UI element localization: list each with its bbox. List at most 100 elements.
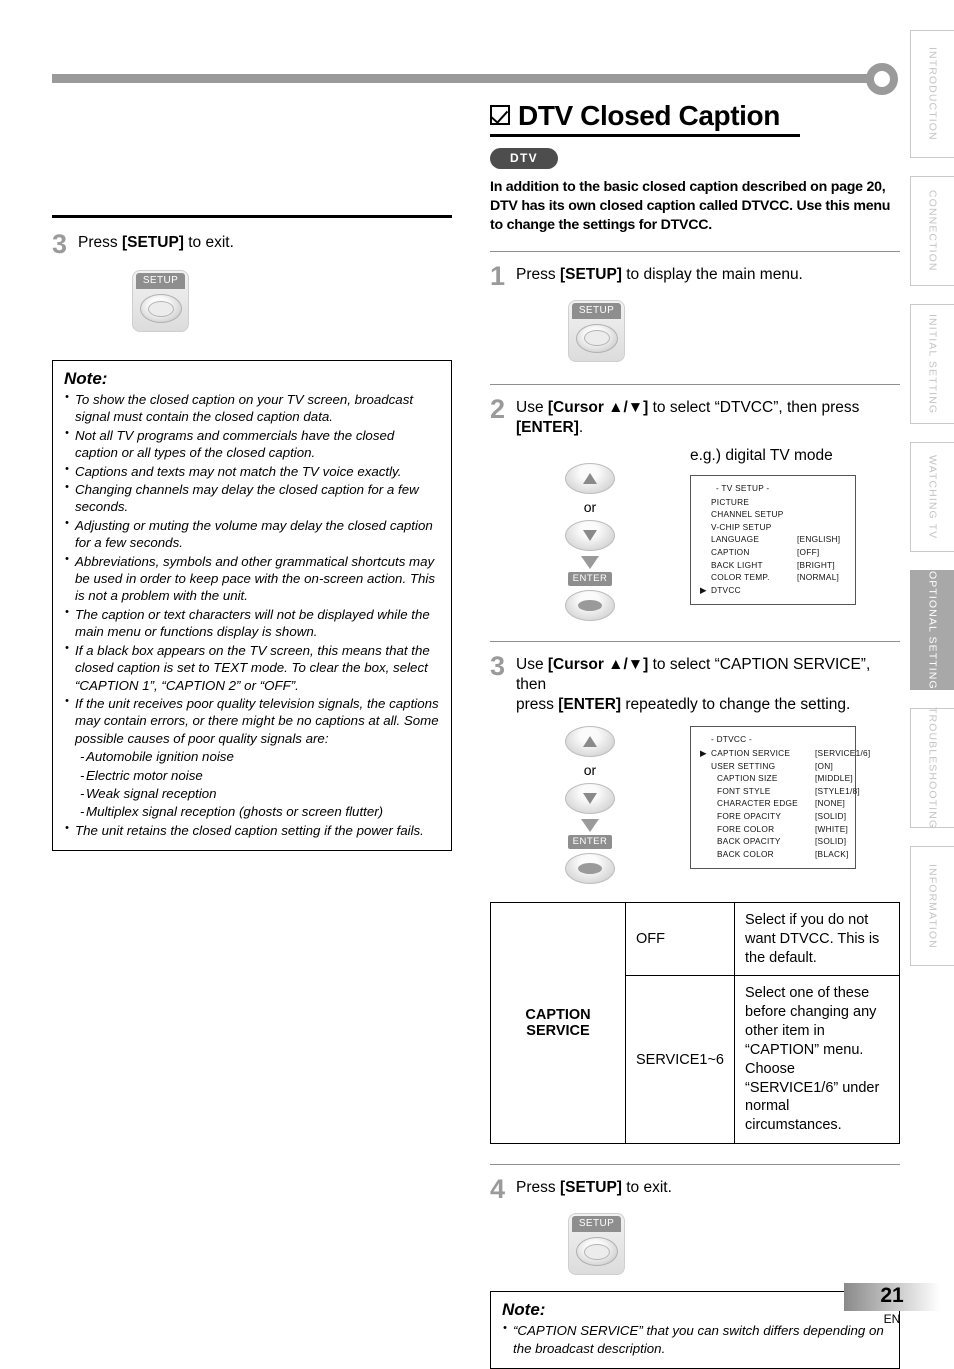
step-key-name: [SETUP] (559, 1179, 622, 1197)
note-item-list: To show the closed caption on your TV sc… (64, 390, 440, 839)
osd-row: CAPTION [OFF] (700, 546, 846, 559)
section-tab-information[interactable]: INFORMATION (910, 846, 954, 966)
note-item: Not all TV programs and commercials have… (64, 426, 440, 462)
note-item: Captions and texts may not match the TV … (64, 462, 440, 480)
osd-item-label: FORE COLOR (717, 823, 775, 834)
note-item: Abbreviations, symbols and other grammat… (64, 552, 440, 605)
osd-row: USER SETTING [ON] (700, 760, 846, 773)
osd-item-label: FONT STYLE (717, 785, 771, 796)
osd-cursor-icon: ▶ (700, 747, 707, 758)
step-instruction: Use [Cursor ▲/▼] to select “CAPTION SERV… (516, 652, 900, 716)
setup-button-knob-icon (575, 323, 618, 353)
caption-option: OFF (625, 901, 735, 977)
step-enter-key: [ENTER] (516, 419, 579, 437)
osd-item-value: [STYLE1/8] (815, 785, 860, 796)
right-step-1: 1 Press [SETUP] to display the main menu… (490, 262, 900, 290)
note-item: Changing channels may delay the closed c… (64, 480, 440, 516)
arrow-up-icon (583, 472, 597, 484)
osd-item-label: COLOR TEMP. (711, 572, 770, 583)
step-instruction: Press [SETUP] to exit. (516, 1175, 672, 1198)
osd-item-value: [ENGLISH] (797, 534, 841, 545)
note-item: The unit retains the closed caption sett… (64, 821, 440, 839)
osd-cursor-icon (700, 496, 711, 509)
osd-row: COLOR TEMP. [NORMAL] (700, 571, 846, 584)
tv-setup-osd-menu: - TV SETUP - PICTURE CHANNEL SETUP V-CHIP … (690, 474, 856, 606)
caption-service-name: CAPTION SERVICE (490, 901, 626, 1145)
page-title-row: DTV Closed Caption (490, 100, 800, 137)
flow-arrow-icon (581, 818, 599, 832)
cursor-enter-cluster: or ENTER (565, 725, 615, 884)
osd-cursor-icon (700, 533, 711, 546)
osd-cursor-icon (700, 797, 711, 810)
setup-button-label: SETUP (572, 1216, 621, 1233)
left-note-box: Note: To show the closed caption on your… (52, 360, 452, 852)
section-tab-label: WATCHING TV (926, 454, 939, 540)
osd-item-value: [SERVICE1/6] (815, 747, 871, 758)
osd-item-label: BACK OPACITY (717, 836, 781, 847)
osd-cursor-icon (700, 508, 711, 521)
enter-button (565, 852, 615, 884)
osd-item-label: LANGUAGE (711, 534, 760, 545)
caption-service-table: CAPTION SERVICE OFF Select if you do not… (490, 901, 900, 1145)
setup-button-illustration: SETUP (568, 299, 625, 362)
osd-title: - DTVCC - (711, 733, 752, 744)
osd-item-value: [NONE] (815, 798, 846, 809)
or-label: or (583, 498, 597, 515)
step-number: 3 (52, 229, 68, 259)
osd-item-label: PICTURE (711, 496, 750, 507)
section-tab-label: TROUBLESHOOTING (926, 706, 939, 830)
section-tab-troubleshooting[interactable]: TROUBLESHOOTING (910, 706, 954, 830)
setup-button-label: SETUP (572, 302, 621, 319)
table-row: CAPTION SERVICE OFF Select if you do not… (490, 901, 900, 1145)
osd-item-label: DTVCC (711, 584, 741, 595)
osd-title: - TV SETUP - (716, 482, 770, 493)
osd-row: PICTURE (700, 496, 846, 509)
osd-cursor-icon (700, 559, 711, 572)
osd-item-value: [BRIGHT] (797, 559, 835, 570)
step-instruction: Use [Cursor ▲/▼] to select “DTVCC”, then… (516, 395, 859, 439)
setup-button-label: SETUP (136, 273, 185, 289)
step-number: 2 (490, 393, 506, 424)
osd-cursor-icon (700, 848, 711, 861)
section-tab-initial-setting[interactable]: INITIAL SETTING (910, 304, 954, 424)
note-title: Note: (64, 369, 108, 388)
osd-item-value (797, 521, 846, 534)
step-text-before: Press (516, 1179, 560, 1197)
osd-cursor-icon (700, 571, 711, 584)
page-language: EN (883, 1312, 901, 1326)
step-text-tail: repeatedly to change the setting. (621, 696, 851, 714)
step2-divider (490, 383, 900, 385)
section-tab-optional-setting[interactable]: OPTIONAL SETTING (910, 570, 954, 690)
osd-item-label: V-CHIP SETUP (711, 521, 772, 532)
section-tab-watching-tv[interactable]: WATCHING TV (910, 442, 954, 552)
step-text-after: to exit. (183, 234, 234, 251)
cursor-up-button (565, 462, 615, 494)
right-step-3: 3 Use [Cursor ▲/▼] to select “CAPTION SE… (490, 652, 900, 716)
or-label: or (583, 761, 597, 778)
enter-tag-label: ENTER (567, 834, 613, 849)
osd-row: V-CHIP SETUP (700, 521, 846, 534)
step-text-before2: press (516, 696, 559, 714)
osd-item-label: CAPTION (711, 546, 750, 557)
note-item: If a black box appears on the TV screen,… (64, 641, 440, 694)
step1-divider (490, 250, 900, 252)
step-text-after: to display the main menu. (621, 265, 803, 283)
dtvcc-osd-menu: - DTVCC - ▶ CAPTION SERVICE [SERVICE1/6] US… (690, 725, 870, 870)
setup-button-knob-icon (139, 294, 182, 323)
osd-row: FONT STYLE [STYLE1/8] (700, 785, 860, 798)
step-enter-key: [ENTER] (558, 696, 622, 714)
arrow-down-icon (583, 792, 597, 804)
section-tab-connection[interactable]: CONNECTION (910, 176, 954, 286)
section-tab-introduction[interactable]: INTRODUCTION (910, 30, 954, 158)
cursor-up-button (565, 725, 615, 757)
arrow-up-icon (583, 735, 597, 747)
page-number: 21 (844, 1283, 940, 1311)
step3-divider (490, 640, 900, 642)
step-text-before: Use (516, 655, 548, 673)
setup-button-knob-icon (575, 1237, 618, 1267)
setup-button-illustration: SETUP (568, 1213, 625, 1276)
cursor-down-button (565, 782, 615, 814)
step-key-name: [SETUP] (559, 265, 622, 283)
right-step-2: 2 Use [Cursor ▲/▼] to select “DTVCC”, th… (490, 395, 900, 439)
step-instruction: Press [SETUP] to display the main menu. (516, 262, 803, 285)
